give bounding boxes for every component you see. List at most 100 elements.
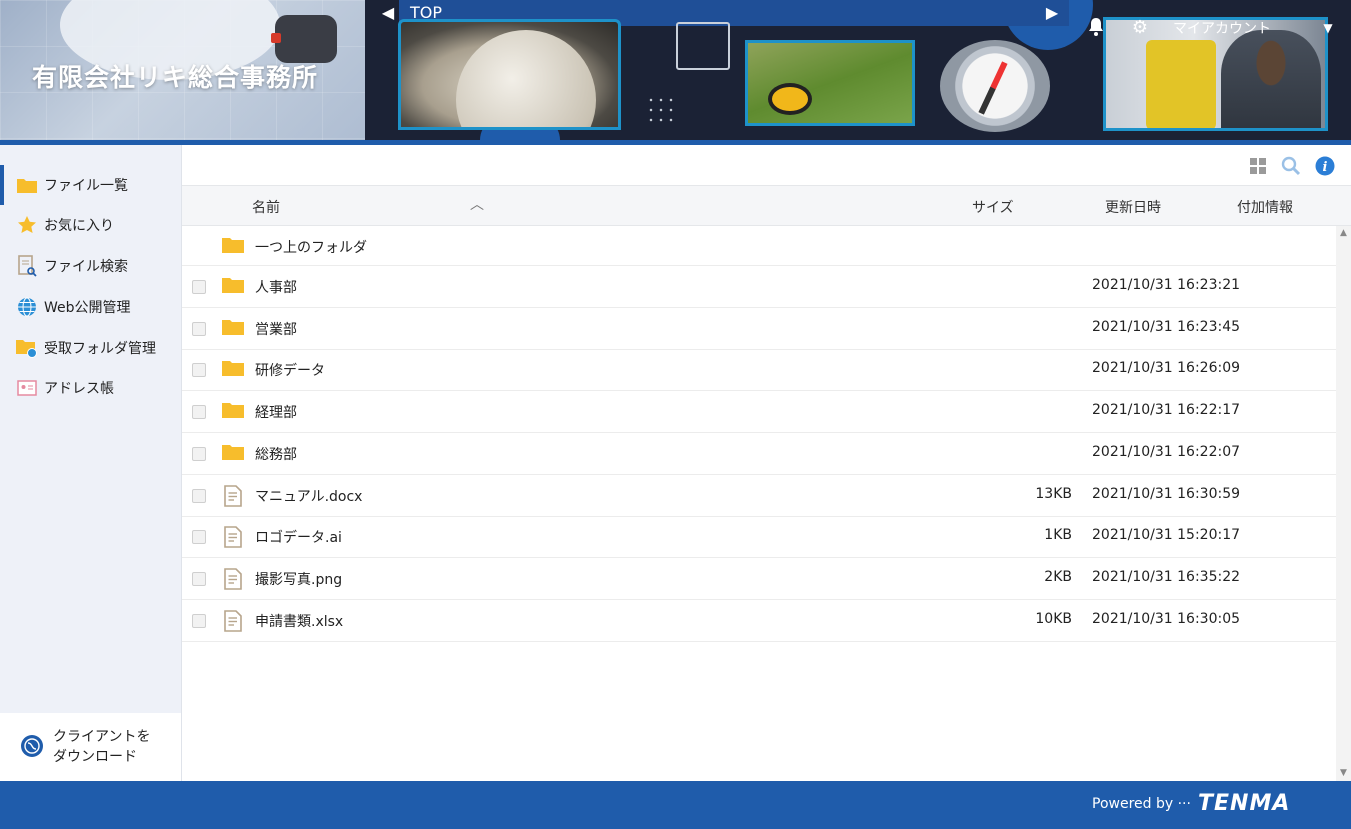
file-icon	[224, 609, 246, 632]
row-date: 2021/10/31 15:20:17	[1092, 527, 1241, 544]
scrollbar[interactable]	[1336, 226, 1351, 781]
row-name: 一つ上のフォルダ	[255, 240, 367, 256]
chevron-right-icon[interactable]: ▶	[1042, 3, 1062, 23]
folder-icon	[222, 276, 244, 296]
row-checkbox[interactable]	[192, 280, 206, 294]
row-date: 2021/10/31 16:26:09	[1092, 360, 1241, 377]
row-name[interactable]: 研修データ	[255, 360, 325, 380]
scroll-up-arrow[interactable]: ▲	[1336, 226, 1351, 240]
row-date: 2021/10/31 16:23:45	[1092, 318, 1241, 335]
sidebar-item-label: ファイル検索	[44, 259, 128, 275]
table-row[interactable]: マニュアル.docx 13KB 2021/10/31 16:30:59	[182, 475, 1336, 517]
sidebar-item-label: ファイル一覧	[44, 178, 128, 194]
row-name[interactable]: 申請書類.xlsx	[255, 611, 343, 631]
table-row[interactable]: 人事部 2021/10/31 16:23:21	[182, 266, 1336, 308]
grid-view-icon[interactable]	[1247, 155, 1269, 177]
sidebar-item-label: 受取フォルダ管理	[44, 341, 156, 357]
toolbar: i	[182, 145, 1351, 186]
sidebar-item-label: Web公開管理	[44, 300, 131, 316]
sidebar-item-file-search[interactable]: ファイル検索	[0, 246, 181, 286]
gear-icon[interactable]: ⚙	[1130, 17, 1150, 39]
table-row[interactable]: 営業部 2021/10/31 16:23:45	[182, 308, 1336, 350]
sidebar-item-favorites[interactable]: お気に入り	[0, 205, 181, 245]
sort-ascending-icon[interactable]: ︿	[470, 195, 486, 215]
parent-folder-row[interactable]: 一つ上のフォルダ	[182, 226, 1336, 266]
file-icon	[224, 484, 246, 507]
table-row[interactable]: ロゴデータ.ai 1KB 2021/10/31 15:20:17	[182, 516, 1336, 559]
brand-banner[interactable]: 有限会社リキ総合事務所	[0, 0, 365, 140]
blueprint-icon	[676, 22, 730, 70]
row-checkbox[interactable]	[192, 613, 206, 628]
row-name[interactable]: マニュアル.docx	[255, 486, 362, 506]
row-date: 2021/10/31 16:23:21	[1092, 277, 1241, 293]
survey-marker-photo	[398, 19, 621, 130]
client-download-button[interactable]: クライアントを ダウンロード	[0, 713, 181, 781]
svg-text:i: i	[1323, 160, 1328, 175]
sidebar-item-file-list[interactable]: ファイル一覧	[0, 165, 181, 205]
address-book-icon	[16, 377, 38, 399]
row-checkbox[interactable]	[192, 488, 206, 503]
folder-icon	[222, 236, 244, 256]
sidebar-item-label: アドレス帳	[44, 381, 114, 397]
column-size[interactable]: サイズ	[972, 197, 1014, 217]
row-size: 1KB	[1044, 527, 1072, 544]
row-name[interactable]: 人事部	[255, 277, 297, 297]
measuring-tape-photo	[745, 40, 915, 126]
column-date[interactable]: 更新日時	[1105, 197, 1161, 217]
header: 有限会社リキ総合事務所 ◀ TOP ▶ ⚙ マイアカウント ▼	[0, 0, 1351, 145]
column-name[interactable]: 名前	[252, 197, 280, 217]
table-row[interactable]: 総務部 2021/10/31 16:22:07	[182, 433, 1336, 475]
row-date: 2021/10/31 16:35:22	[1092, 568, 1241, 585]
my-account-button[interactable]: マイアカウント	[1173, 18, 1271, 38]
tape-measure-image	[271, 15, 337, 63]
client-download-label: クライアントを ダウンロード	[53, 729, 151, 765]
row-checkbox[interactable]	[192, 321, 206, 336]
bell-icon[interactable]	[1086, 17, 1106, 39]
folder-icon	[222, 443, 244, 463]
sidebar-item-receive-folder[interactable]: 受取フォルダ管理	[0, 328, 181, 368]
chevron-left-icon[interactable]: ◀	[378, 3, 398, 23]
company-name: 有限会社リキ総合事務所	[32, 63, 319, 92]
table-row[interactable]: 撮影写真.png 2KB 2021/10/31 16:35:22	[182, 558, 1336, 600]
compass-illustration	[940, 40, 1050, 132]
row-checkbox[interactable]	[192, 405, 206, 420]
folder-icon	[16, 174, 38, 196]
row-date: 2021/10/31 16:30:05	[1092, 610, 1241, 627]
file-icon	[224, 568, 246, 590]
file-icon	[224, 526, 246, 548]
column-info[interactable]: 付加情報	[1237, 197, 1293, 217]
search-icon[interactable]	[1280, 155, 1302, 177]
scroll-down-arrow[interactable]: ▼	[1336, 766, 1351, 780]
row-checkbox[interactable]	[192, 446, 206, 461]
caret-down-icon[interactable]: ▼	[1320, 18, 1336, 38]
sidebar-item-address-book[interactable]: アドレス帳	[0, 368, 181, 408]
row-name[interactable]: 営業部	[255, 319, 297, 339]
globe-download-icon	[20, 734, 44, 758]
dots-decoration	[646, 95, 676, 125]
tenma-logo[interactable]: TENMA	[1198, 791, 1290, 816]
row-date: 2021/10/31 16:22:07	[1092, 443, 1241, 460]
receive-folder-icon	[16, 337, 38, 359]
row-checkbox[interactable]	[192, 571, 206, 586]
sidebar-item-web-publish[interactable]: Web公開管理	[0, 287, 181, 327]
table-row[interactable]: 申請書類.xlsx 10KB 2021/10/31 16:30:05	[182, 600, 1336, 642]
row-checkbox[interactable]	[192, 530, 206, 545]
row-name[interactable]: 経理部	[255, 402, 297, 422]
row-size: 13KB	[1035, 485, 1072, 502]
row-name[interactable]: ロゴデータ.ai	[255, 527, 342, 547]
info-icon[interactable]: i	[1314, 155, 1336, 177]
table-row[interactable]: 経理部 2021/10/31 16:22:17	[182, 391, 1336, 434]
row-checkbox[interactable]	[192, 363, 206, 378]
row-date: 2021/10/31 16:30:59	[1092, 485, 1241, 502]
table-row[interactable]: 研修データ 2021/10/31 16:26:09	[182, 349, 1336, 392]
row-date: 2021/10/31 16:22:17	[1092, 402, 1241, 419]
folder-icon	[222, 318, 244, 338]
row-name[interactable]: 総務部	[255, 444, 297, 464]
folder-icon	[222, 401, 244, 421]
folder-icon	[222, 359, 244, 379]
row-name[interactable]: 撮影写真.png	[255, 569, 342, 589]
footer: Powered by ··· TENMA	[0, 781, 1351, 829]
powered-by-text: Powered by ···	[1092, 796, 1191, 812]
globe-icon	[16, 296, 38, 318]
row-size: 10KB	[1035, 610, 1072, 627]
